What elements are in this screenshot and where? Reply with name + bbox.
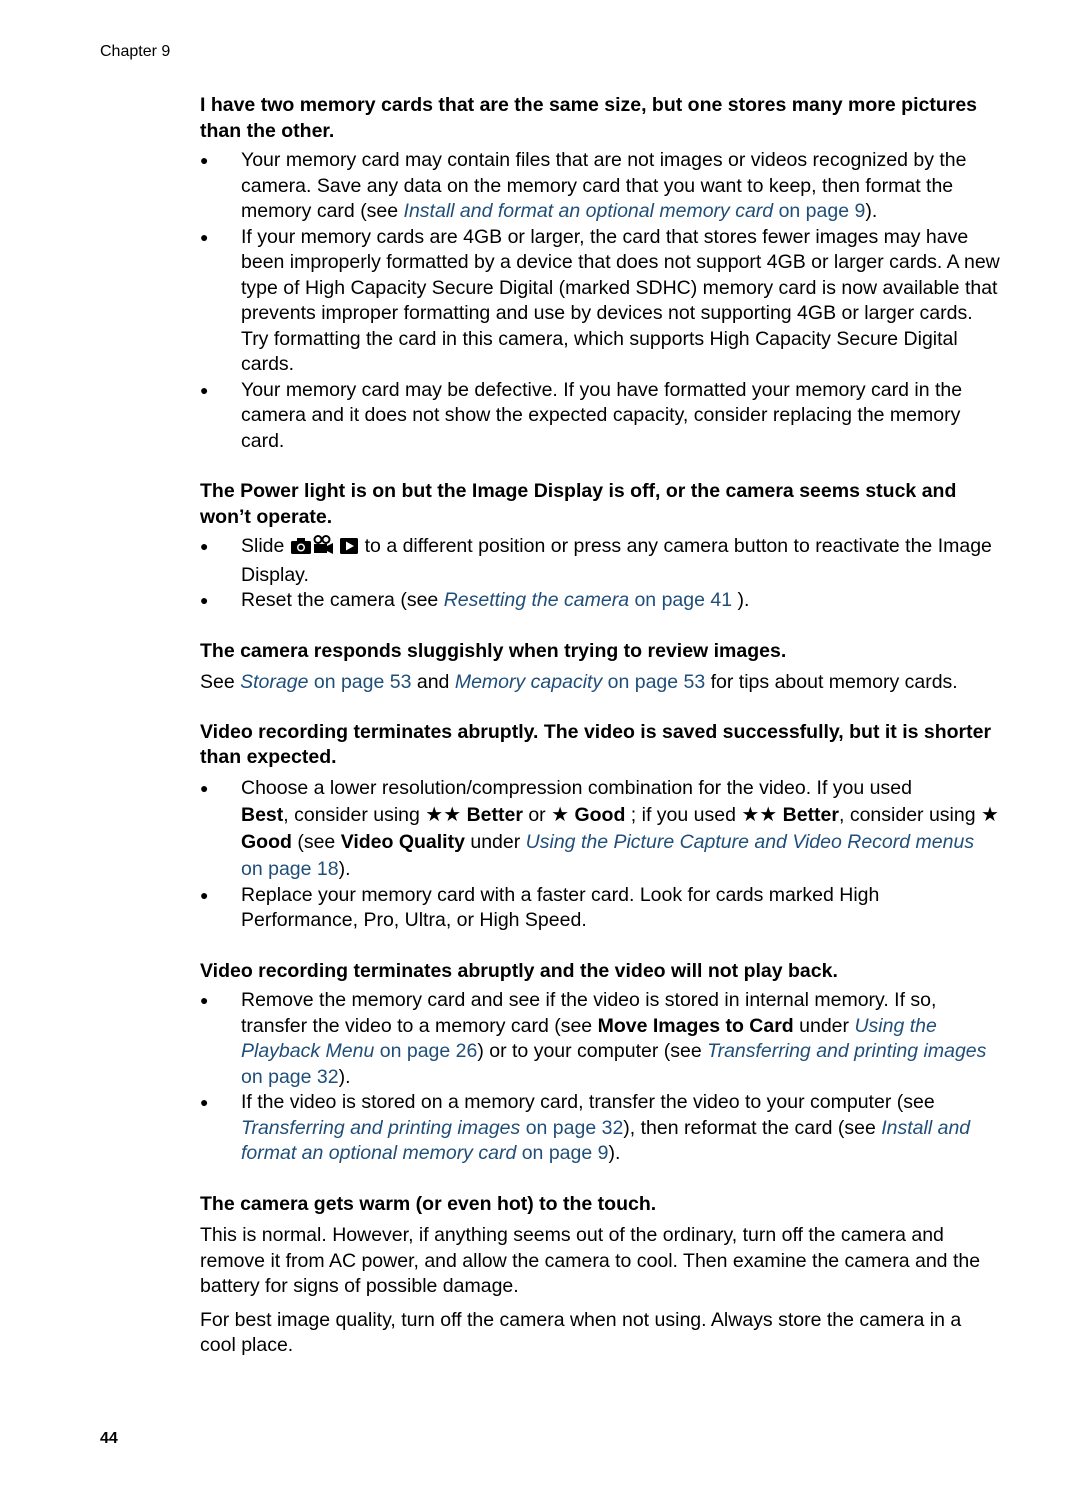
playback-icon [339,537,359,563]
page-content: I have two memory cards that are the sam… [200,93,1000,1384]
section-heading: The Power light is on but the Image Disp… [200,480,957,528]
bullet-icon: ● [200,538,209,554]
bullet-icon: ● [200,381,209,398]
list-item: ● Choose a lower resolution/compression … [200,776,999,880]
page-number: 44 [100,1430,118,1447]
section-heading: The camera responds sluggishly when tryi… [200,639,787,662]
bullet-icon: ● [200,886,209,903]
bullet-icon: ● [200,1094,209,1110]
section-camera-warm: The camera gets warm (or even hot) to th… [200,1192,1000,1359]
list-item: ● Remove the memory card and see if the … [200,989,987,1088]
list-item: ● If the video is stored on a memory car… [200,1091,971,1164]
chapter-header: Chapter 9 [100,43,171,60]
link-memory-capacity[interactable]: Memory capacity on page 53 [455,671,705,693]
list-item: ● Replace your memory card with a faster… [200,883,880,932]
one-star-icon: ★ [981,803,999,826]
section-power-light: The Power light is on but the Image Disp… [200,479,1000,614]
bullet-icon: ● [200,992,209,1008]
bullet-list: ● Slide to a different position or press… [200,534,1000,614]
video-camera-icon [312,535,334,563]
list-item: ● If your memory cards are 4GB or larger… [200,225,1000,376]
section-heading: Video recording terminates abruptly. The… [200,720,992,769]
paragraph: For best image quality, turn off the cam… [200,1308,962,1357]
bullet-list: ● Your memory card may contain files tha… [200,148,1000,454]
list-item: ● Your memory card may be defective. If … [200,378,963,452]
two-star-icon: ★★ [425,803,462,826]
bullet-icon: ● [200,152,209,168]
paragraph: See Storage on page 53 and Memory capaci… [200,671,958,693]
section-sluggish: The camera responds sluggishly when tryi… [200,639,1000,696]
one-star-icon: ★ [551,803,570,826]
link-install-format-card[interactable]: Install and format an optional memory ca… [404,200,866,222]
link-storage[interactable]: Storage on page 53 [240,671,411,693]
list-item: ● Reset the camera (see Resetting the ca… [200,588,1000,614]
two-star-icon: ★★ [741,803,778,826]
section-video-no-playback: Video recording terminates abruptly and … [200,959,1000,1167]
section-heading: I have two memory cards that are the sam… [200,94,978,142]
list-item: ● Slide to a different position or press… [200,535,992,586]
bullet-list: ● Choose a lower resolution/compression … [200,775,1000,934]
link-transferring-printing[interactable]: Transferring and printing images on page… [241,1117,623,1139]
list-item: ● Your memory card may contain files tha… [200,149,967,222]
bullet-icon: ● [200,228,209,245]
section-heading: The camera gets warm (or even hot) to th… [200,1192,657,1215]
section-heading: Video recording terminates abruptly and … [200,959,838,982]
section-video-short: Video recording terminates abruptly. The… [200,720,1000,934]
bullet-list: ● Remove the memory card and see if the … [200,988,1000,1167]
bullet-icon: ● [200,592,209,608]
section-two-memory-cards: I have two memory cards that are the sam… [200,93,1000,454]
link-resetting-camera[interactable]: Resetting the camera on page 41 [444,589,732,611]
paragraph: This is normal. However, if anything see… [200,1224,981,1297]
bullet-icon: ● [200,779,209,796]
camera-icon [290,537,312,563]
